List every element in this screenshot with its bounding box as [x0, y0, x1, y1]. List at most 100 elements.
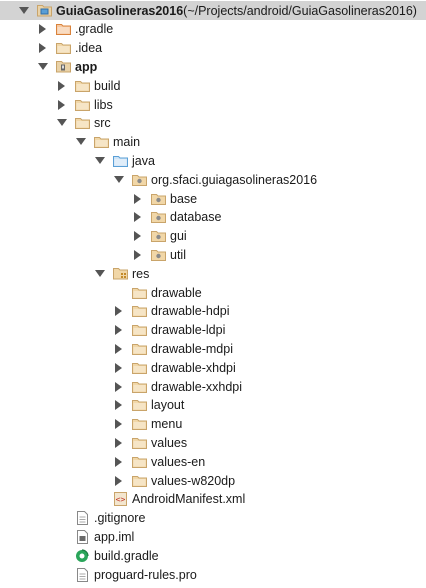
tree-row[interactable]: drawable-ldpi [0, 321, 426, 340]
tree-row-label: app.iml [94, 529, 135, 544]
folder-icon [74, 116, 90, 130]
tree-row[interactable]: base [0, 189, 426, 208]
tree-row-label: main [113, 135, 141, 150]
tree-row-label: values [151, 435, 188, 450]
tree-row[interactable]: drawable [0, 283, 426, 302]
collapsed-arrow-icon[interactable] [133, 249, 143, 261]
tree-row[interactable]: build.gradle [0, 546, 426, 565]
tree-row[interactable]: layout [0, 396, 426, 415]
folder-icon [131, 361, 147, 375]
tree-row[interactable]: util [0, 245, 426, 264]
folder-icon [74, 98, 90, 112]
expanded-arrow-icon[interactable] [38, 61, 48, 73]
collapsed-arrow-icon[interactable] [114, 456, 124, 468]
collapsed-arrow-icon[interactable] [114, 437, 124, 449]
tree-row-label: database [170, 210, 222, 225]
collapsed-arrow-icon[interactable] [133, 193, 143, 205]
tree-row-label: org.sfaci.guiagasolineras2016 [151, 172, 318, 187]
collapsed-arrow-icon[interactable] [114, 305, 124, 317]
tree-row[interactable]: drawable-xxhdpi [0, 377, 426, 396]
tree-row[interactable]: src [0, 114, 426, 133]
folder-icon [131, 398, 147, 412]
collapsed-arrow-icon[interactable] [114, 399, 124, 411]
tree-row[interactable]: build [0, 76, 426, 95]
tree-row[interactable]: .idea [0, 39, 426, 58]
tree-row[interactable]: database [0, 208, 426, 227]
tree-row[interactable]: values-en [0, 452, 426, 471]
tree-row[interactable]: menu [0, 415, 426, 434]
tree-row[interactable]: app [0, 57, 426, 76]
tree-row[interactable]: gui [0, 227, 426, 246]
tree-row[interactable]: drawable-hdpi [0, 302, 426, 321]
collapsed-arrow-icon[interactable] [114, 475, 124, 487]
tree-row[interactable]: drawable-xhdpi [0, 358, 426, 377]
collapsed-arrow-icon[interactable] [114, 343, 124, 355]
collapsed-arrow-icon[interactable] [114, 381, 124, 393]
tree-row[interactable]: java [0, 151, 426, 170]
tree-row-label: .idea [75, 41, 103, 56]
xml-file-icon: <> [112, 492, 128, 507]
arrow-spacer [114, 287, 124, 299]
source-folder-icon [112, 154, 128, 168]
text-file-icon [74, 567, 90, 582]
tree-row[interactable]: proguard-rules.pro [0, 565, 426, 584]
collapsed-arrow-icon[interactable] [114, 418, 124, 430]
expanded-arrow-icon[interactable] [95, 155, 105, 167]
tree-row-label: drawable-mdpi [151, 341, 233, 356]
collapsed-arrow-icon[interactable] [133, 211, 143, 223]
package-icon [150, 248, 166, 262]
tree-row[interactable]: libs [0, 95, 426, 114]
tree-row[interactable]: .gradle [0, 20, 426, 39]
collapsed-arrow-icon[interactable] [57, 80, 67, 92]
tree-row-label: libs [94, 97, 113, 112]
tree-row-label: gui [170, 229, 187, 244]
tree-row-label: proguard-rules.pro [94, 567, 197, 582]
tree-row-label: build.gradle [94, 548, 159, 563]
tree-row[interactable]: main [0, 133, 426, 152]
expanded-arrow-icon[interactable] [76, 136, 86, 148]
tree-row-label: layout [151, 398, 185, 413]
arrow-spacer [57, 550, 67, 562]
tree-row[interactable]: values [0, 433, 426, 452]
folder-icon [74, 79, 90, 93]
tree-row[interactable]: .gitignore [0, 509, 426, 528]
tree-row[interactable]: <> AndroidManifest.xml [0, 490, 426, 509]
text-file-icon [74, 511, 90, 526]
module-folder-icon [55, 60, 71, 74]
tree-row[interactable]: app.iml [0, 527, 426, 546]
folder-icon [131, 380, 147, 394]
collapsed-arrow-icon[interactable] [114, 362, 124, 374]
tree-row[interactable]: GuiaGasolineras2016 (~/Projects/android/… [0, 1, 426, 20]
tree-row-label: drawable-xxhdpi [151, 379, 243, 394]
expanded-arrow-icon[interactable] [57, 117, 67, 129]
collapsed-arrow-icon[interactable] [57, 99, 67, 111]
package-icon [150, 210, 166, 224]
tree-row-label: .gitignore [94, 511, 146, 526]
folder-icon [131, 304, 147, 318]
tree-row-label: menu [151, 417, 183, 432]
tree-row[interactable]: org.sfaci.guiagasolineras2016 [0, 170, 426, 189]
folder-icon [55, 41, 71, 55]
tree-row-label: AndroidManifest.xml [132, 492, 246, 507]
tree-row[interactable]: drawable-mdpi [0, 339, 426, 358]
gradle-file-icon [74, 549, 90, 563]
tree-row[interactable]: values-w820dp [0, 471, 426, 490]
expanded-arrow-icon[interactable] [19, 5, 29, 17]
tree-row-label: drawable-xhdpi [151, 360, 236, 375]
tree-row-label: GuiaGasolineras2016 [56, 3, 184, 18]
tree-row[interactable]: res [0, 264, 426, 283]
collapsed-arrow-icon[interactable] [133, 230, 143, 242]
arrow-spacer [95, 493, 105, 505]
arrow-spacer [57, 531, 67, 543]
tree-row-label: src [94, 116, 111, 131]
expanded-arrow-icon[interactable] [114, 174, 124, 186]
collapsed-arrow-icon[interactable] [114, 324, 124, 336]
expanded-arrow-icon[interactable] [95, 268, 105, 280]
tree-row-label: res [132, 266, 150, 281]
tree-row-label: drawable-hdpi [151, 304, 230, 319]
folder-icon [131, 455, 147, 469]
package-icon [131, 173, 147, 187]
collapsed-arrow-icon[interactable] [38, 23, 48, 35]
package-icon [150, 229, 166, 243]
collapsed-arrow-icon[interactable] [38, 42, 48, 54]
